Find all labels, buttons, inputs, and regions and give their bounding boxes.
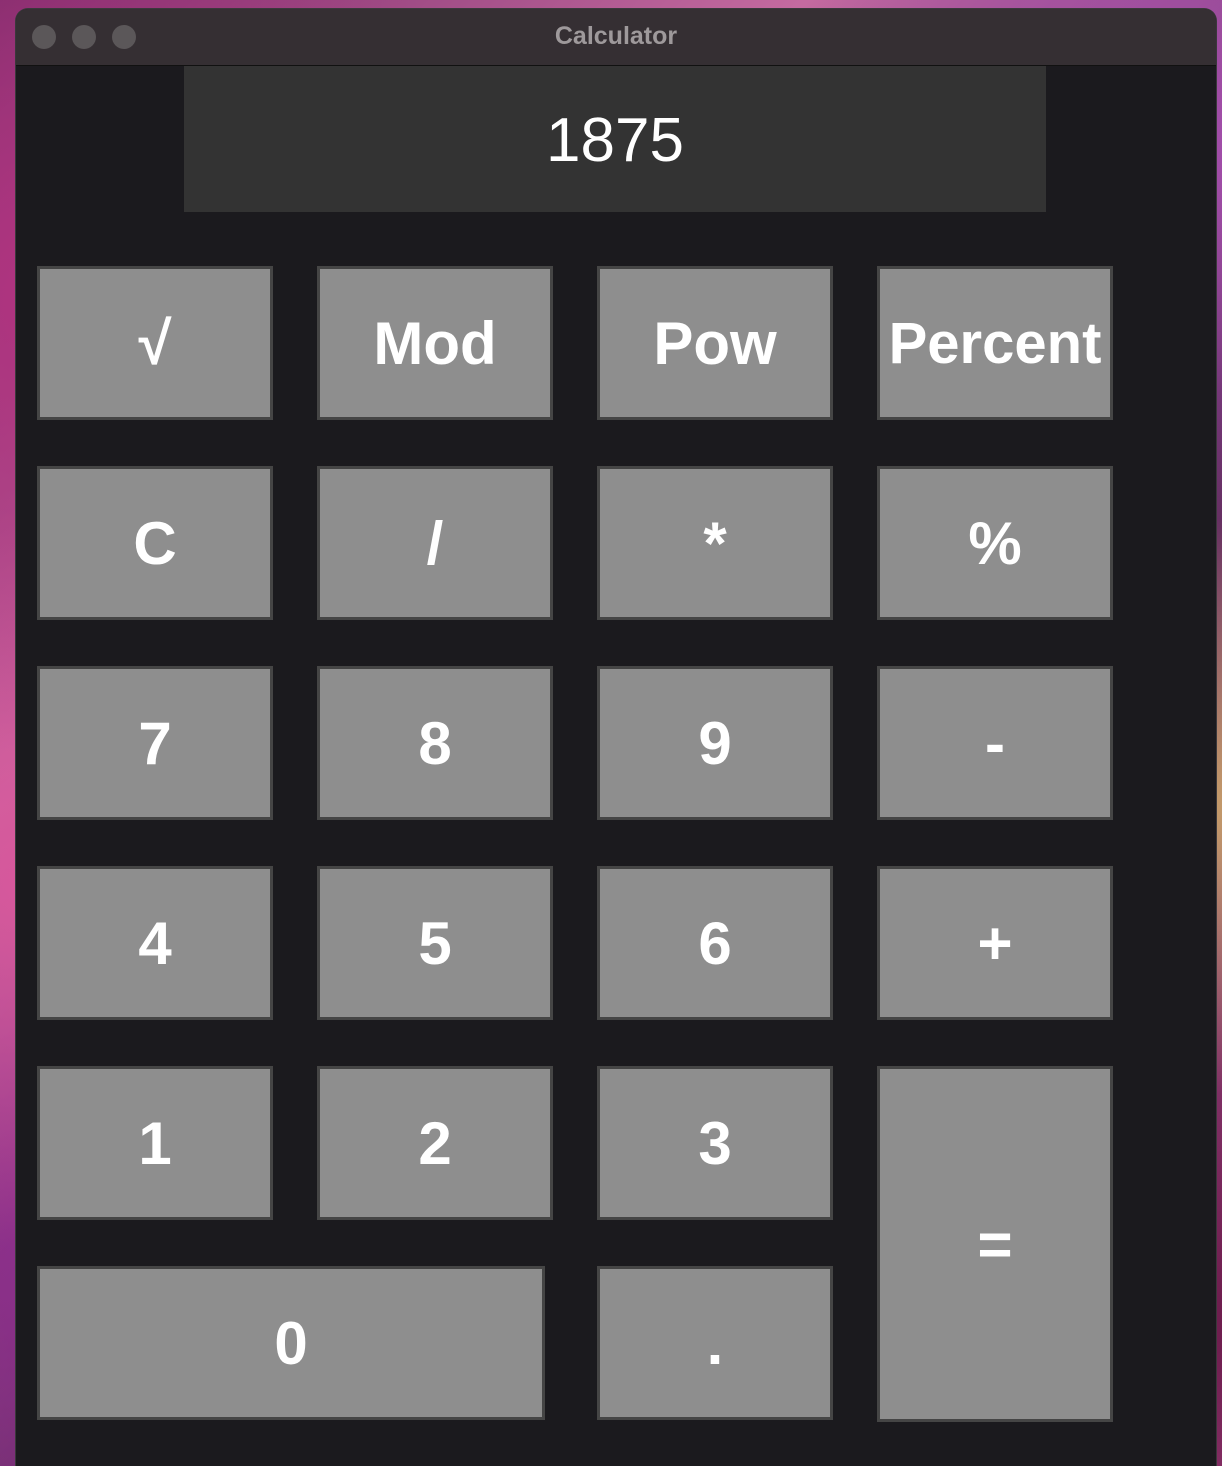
percent-word-button[interactable]: Percent: [877, 266, 1113, 420]
mod-button[interactable]: Mod: [317, 266, 553, 420]
pow-button[interactable]: Pow: [597, 266, 833, 420]
divide-button[interactable]: /: [317, 466, 553, 620]
digit-8-button[interactable]: 8: [317, 666, 553, 820]
title-bar[interactable]: Calculator: [16, 9, 1216, 66]
digit-0-button[interactable]: 0: [37, 1266, 545, 1420]
calculator-window: Calculator 1875 √ Mod Pow Percent C / * …: [16, 9, 1216, 1466]
digit-9-button[interactable]: 9: [597, 666, 833, 820]
equals-button[interactable]: =: [877, 1066, 1113, 1422]
clear-button[interactable]: C: [37, 466, 273, 620]
minus-button[interactable]: -: [877, 666, 1113, 820]
multiply-button[interactable]: *: [597, 466, 833, 620]
plus-button[interactable]: +: [877, 866, 1113, 1020]
sqrt-button[interactable]: √: [37, 266, 273, 420]
digit-3-button[interactable]: 3: [597, 1066, 833, 1220]
decimal-button[interactable]: .: [597, 1266, 833, 1420]
digit-5-button[interactable]: 5: [317, 866, 553, 1020]
window-title: Calculator: [554, 22, 678, 50]
percent-symbol-button[interactable]: %: [877, 466, 1113, 620]
digit-2-button[interactable]: 2: [317, 1066, 553, 1220]
result-display: 1875: [184, 66, 1046, 212]
digit-7-button[interactable]: 7: [37, 666, 273, 820]
digit-1-button[interactable]: 1: [37, 1066, 273, 1220]
digit-6-button[interactable]: 6: [597, 866, 833, 1020]
digit-4-button[interactable]: 4: [37, 866, 273, 1020]
